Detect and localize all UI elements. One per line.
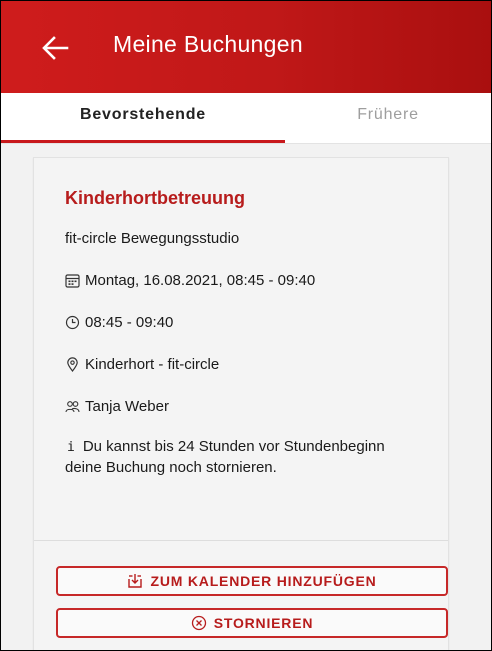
cancel-booking-label: STORNIEREN xyxy=(213,615,314,631)
tab-bar: Bevorstehende Frühere xyxy=(1,93,491,144)
cancel-note: Du kannst bis 24 Stunden vor Stundenbegi… xyxy=(65,438,385,476)
app-frame: Meine Buchungen Bevorstehende Frühere Ki… xyxy=(0,0,492,651)
app-bar: Meine Buchungen xyxy=(1,1,491,93)
info-icon: i xyxy=(67,440,75,455)
studio-row: fit-circle Bewegungsstudio xyxy=(65,230,239,247)
active-tab-indicator xyxy=(1,140,285,143)
booking-date: Montag, 16.08.2021, 08:45 - 09:40 xyxy=(85,272,316,289)
booking-title: Kinderhortbetreuung xyxy=(65,188,245,208)
booking-card: Kinderhortbetreuung fit-circle Bewegungs… xyxy=(33,157,449,650)
booking-time: 08:45 - 09:40 xyxy=(85,314,174,331)
tab-fruehere[interactable]: Frühere xyxy=(285,93,491,143)
clock-icon xyxy=(65,315,80,330)
users-icon xyxy=(65,401,80,413)
calendar-icon xyxy=(65,274,80,288)
card-divider xyxy=(34,540,448,541)
cancel-booking-button[interactable]: STORNIEREN xyxy=(56,608,448,638)
booking-location: Kinderhort - fit-circle xyxy=(85,356,220,373)
trainer-row: Tanja Weber xyxy=(65,398,169,415)
studio-name: fit-circle Bewegungsstudio xyxy=(65,230,240,247)
date-row: Montag, 16.08.2021, 08:45 - 09:40 xyxy=(65,272,315,289)
add-to-calendar-button[interactable]: ZUM KALENDER HINZUFÜGEN xyxy=(56,566,448,596)
arrow-left-icon xyxy=(42,36,69,60)
page-title: Meine Buchungen xyxy=(113,31,303,57)
add-to-calendar-label: ZUM KALENDER HINZUFÜGEN xyxy=(150,573,377,589)
time-row: 08:45 - 09:40 xyxy=(65,314,173,331)
location-row: Kinderhort - fit-circle xyxy=(65,356,219,373)
location-pin-icon xyxy=(67,357,78,372)
back-button[interactable] xyxy=(41,35,69,61)
cancel-info: i Du kannst bis 24 Stunden vor Stundenbeg… xyxy=(65,437,425,478)
tab-bevorstehende[interactable]: Bevorstehende xyxy=(1,93,285,143)
booking-trainer: Tanja Weber xyxy=(85,398,169,415)
cancel-circle-icon xyxy=(191,615,206,631)
calendar-download-icon xyxy=(128,574,143,588)
